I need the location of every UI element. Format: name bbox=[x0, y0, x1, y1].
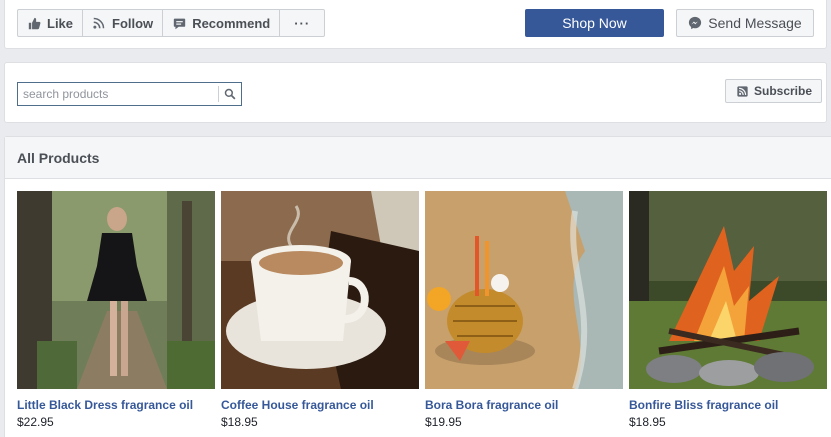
product-price: $18.95 bbox=[629, 415, 666, 429]
search-icon[interactable] bbox=[219, 83, 241, 105]
send-message-label: Send Message bbox=[708, 15, 802, 31]
speech-bubble-icon bbox=[172, 16, 186, 30]
all-products-panel: All Products Little Black Dress fragranc… bbox=[4, 136, 831, 437]
subscribe-label: Subscribe bbox=[754, 84, 813, 98]
product-image-coffee[interactable] bbox=[221, 191, 419, 389]
messenger-icon bbox=[688, 16, 702, 30]
product-name[interactable]: Little Black Dress fragrance oil bbox=[17, 398, 215, 412]
product-card[interactable]: Little Black Dress fragrance oil $22.95 bbox=[17, 191, 215, 429]
product-image-pineapple[interactable] bbox=[425, 191, 623, 389]
product-name[interactable]: Bora Bora fragrance oil bbox=[425, 398, 623, 412]
page-actions-group: Like Follow Recommend ··· bbox=[17, 9, 326, 37]
subscribe-button[interactable]: Subscribe bbox=[725, 79, 823, 103]
rss-subscribe-icon bbox=[735, 84, 749, 98]
product-image-dress[interactable] bbox=[17, 191, 215, 389]
product-price: $18.95 bbox=[221, 415, 258, 429]
more-dots-icon: ··· bbox=[294, 15, 311, 31]
shop-search-bar: Subscribe bbox=[4, 62, 827, 123]
product-price: $22.95 bbox=[17, 415, 54, 429]
product-price: $19.95 bbox=[425, 415, 462, 429]
product-card[interactable]: Coffee House fragrance oil $18.95 bbox=[221, 191, 419, 429]
like-button[interactable]: Like bbox=[17, 9, 84, 37]
follow-button[interactable]: Follow bbox=[83, 9, 164, 37]
rss-follow-icon bbox=[92, 16, 106, 30]
panel-title: All Products bbox=[5, 137, 831, 179]
search-input[interactable] bbox=[18, 83, 218, 105]
recommend-button[interactable]: Recommend bbox=[163, 9, 281, 37]
search-box bbox=[17, 82, 242, 106]
recommend-label: Recommend bbox=[192, 15, 271, 31]
page-action-bar: Like Follow Recommend ··· Shop Now Send … bbox=[4, 0, 827, 49]
product-card[interactable]: Bora Bora fragrance oil $19.95 bbox=[425, 191, 623, 429]
product-image-campfire[interactable] bbox=[629, 191, 827, 389]
product-name[interactable]: Bonfire Bliss fragrance oil bbox=[629, 398, 827, 412]
more-options-button[interactable]: ··· bbox=[280, 9, 326, 37]
product-name[interactable]: Coffee House fragrance oil bbox=[221, 398, 419, 412]
shop-now-button[interactable]: Shop Now bbox=[525, 9, 664, 37]
product-card[interactable]: Bonfire Bliss fragrance oil $18.95 bbox=[629, 191, 827, 429]
thumbs-up-icon bbox=[27, 16, 41, 30]
send-message-button[interactable]: Send Message bbox=[676, 9, 814, 37]
like-label: Like bbox=[47, 15, 74, 31]
follow-label: Follow bbox=[112, 15, 154, 31]
